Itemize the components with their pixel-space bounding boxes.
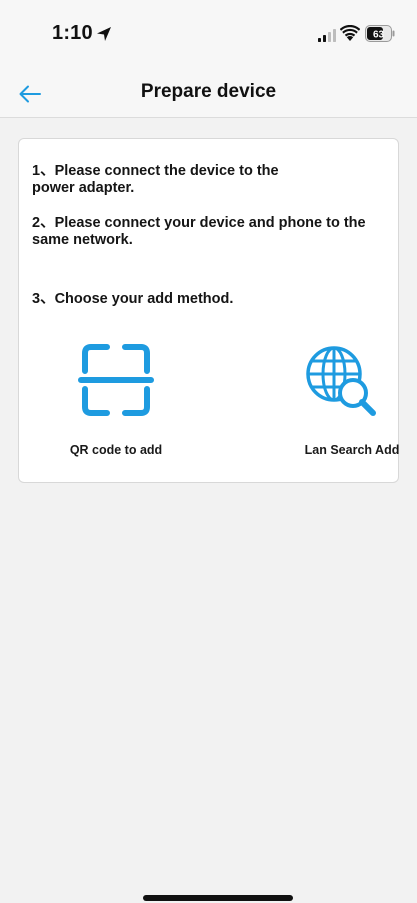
step-2-text: 2、Please connect your device and phone t… <box>32 215 366 248</box>
qr-scan-icon <box>78 344 154 416</box>
lan-search-add-button[interactable]: Lan Search Add <box>249 331 399 461</box>
lan-search-add-label: Lan Search Add <box>304 443 400 457</box>
cellular-signal-icon <box>318 29 336 42</box>
location-arrow-icon <box>97 27 111 41</box>
main-content: 1、Please connect the device to the power… <box>0 118 417 903</box>
step-3-text: 3、Choose your add method. <box>32 291 234 307</box>
battery-level: 63 <box>373 30 385 41</box>
status-time: 1:10 <box>52 22 93 44</box>
navigation-bar: Prepare device <box>0 70 417 118</box>
step-1-text: 1、Please connect the device to the power… <box>32 163 279 196</box>
qr-code-add-button[interactable]: QR code to add <box>41 331 191 461</box>
home-indicator <box>143 895 293 901</box>
instructions-card: 1、Please connect the device to the power… <box>18 138 399 483</box>
page-title: Prepare device <box>140 81 277 102</box>
globe-search-icon <box>306 346 376 416</box>
battery-icon: 63 <box>365 25 395 42</box>
wifi-icon <box>340 25 360 41</box>
qr-code-add-label: QR code to add <box>69 443 163 457</box>
status-bar: 1:10 63 <box>0 0 417 70</box>
